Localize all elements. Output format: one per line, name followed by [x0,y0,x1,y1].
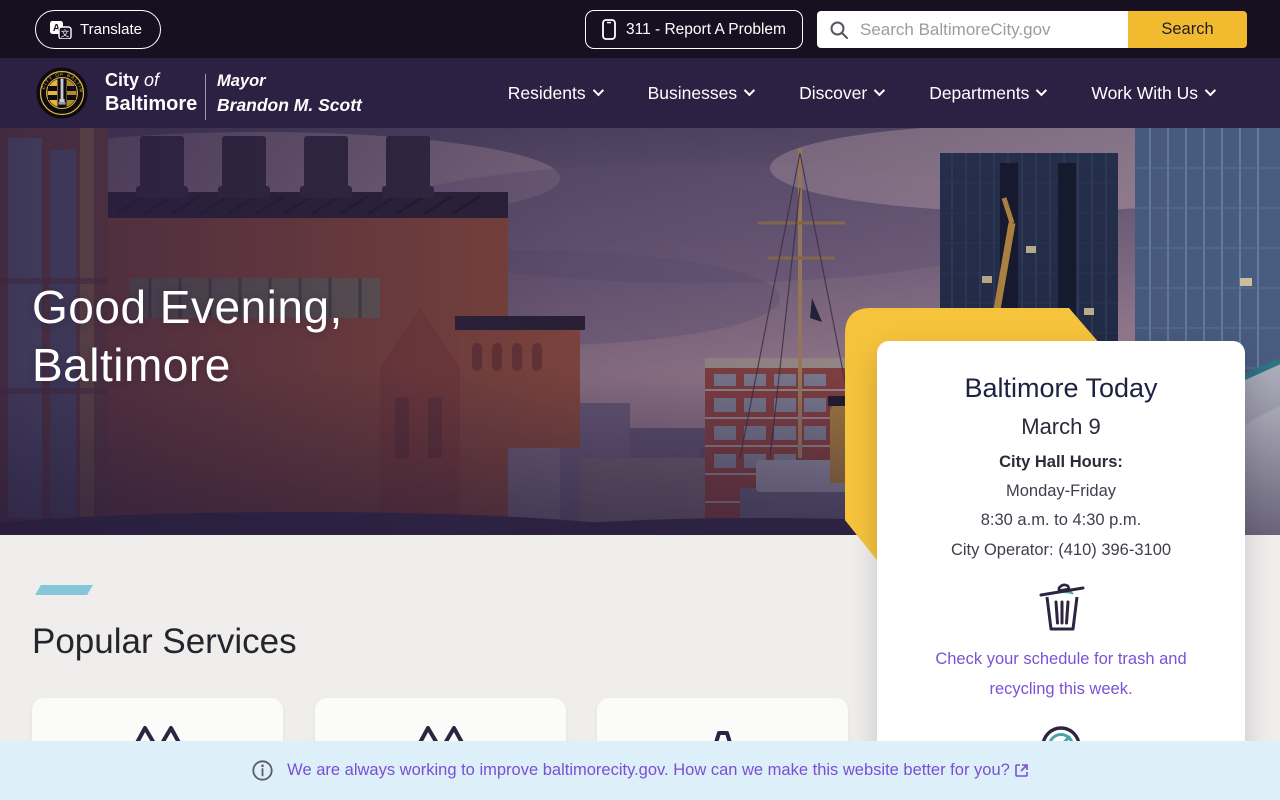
report-problem-311-button[interactable]: 311 - Report A Problem [585,10,803,49]
nav-item-work-with-us[interactable]: Work With Us [1091,82,1217,104]
external-link-icon [1015,764,1028,777]
search-input[interactable] [858,18,1118,41]
chevron-down-icon [592,84,604,97]
chevron-down-icon [1204,84,1217,97]
phone-icon [602,19,616,40]
site-search: Search [817,11,1247,48]
nav-label: Businesses [647,82,738,103]
nav-label: Residents [507,82,586,103]
search-input-box [817,11,1128,48]
brand-word-city: City [105,70,140,91]
baltimore-today-card: Baltimore Today March 9 City Hall Hours:… [877,341,1245,800]
popular-services-title: Popular Services [32,622,297,661]
brand-word-of: of [144,70,160,91]
mayor-name: Brandon M. Scott [217,94,362,115]
primary-navigation: Residents Businesses Discover Department… [507,58,1217,128]
nav-item-residents[interactable]: Residents [507,82,604,104]
search-icon [830,21,848,39]
nav-item-businesses[interactable]: Businesses [647,82,756,104]
section-accent-bar [35,585,93,595]
chevron-down-icon [1036,84,1048,97]
city-logo-link[interactable]: CITY OF BALTIMORE C [36,67,197,119]
hero-greeting-line2: Baltimore [32,339,231,391]
page: Good Evening, Baltimore A 文 Translate 31… [0,0,1280,800]
chevron-down-icon [873,84,886,97]
hero-greeting: Good Evening, Baltimore [32,278,343,394]
feedback-message: We are always working to improve baltimo… [287,761,1010,779]
search-button[interactable]: Search [1128,11,1247,48]
today-card-date: March 9 [1021,414,1101,439]
brand-divider [205,74,206,120]
translate-icon: A 文 [50,20,72,39]
brand-word-baltimore: Baltimore [105,92,198,115]
mayor-title: Mayor [217,72,266,90]
trash-schedule-link[interactable]: Check your schedule for trash and recycl… [901,644,1221,704]
main-navbar: CITY OF BALTIMORE C [0,58,1280,128]
utility-bar: A 文 Translate 311 - Report A Problem Sea… [0,0,1280,58]
nav-label: Discover [799,82,868,103]
translate-button[interactable]: A 文 Translate [35,10,161,49]
hero-greeting-line1: Good Evening, [32,281,343,333]
city-hall-times: 8:30 a.m. to 4:30 p.m. [980,511,1142,529]
today-card-title: Baltimore Today [964,373,1158,403]
nav-label: Work With Us [1091,82,1198,103]
city-operator-phone: City Operator: (410) 396-3100 [950,541,1172,559]
city-hall-days: Monday-Friday [1005,482,1117,500]
city-hall-hours-label: City Hall Hours: [999,453,1123,471]
baltimore-seal-icon: CITY OF BALTIMORE [36,67,88,119]
report-problem-label: 311 - Report A Problem [626,20,786,38]
nav-label: Departments [929,82,1030,103]
trash-icon [1039,583,1085,631]
chevron-down-icon [743,84,756,97]
info-icon [252,760,273,781]
translate-label: Translate [80,21,142,38]
mayor-block: Mayor Brandon M. Scott [217,72,362,115]
feedback-link[interactable]: We are always working to improve baltimo… [287,761,1028,780]
brand-text: City of Baltimore [105,70,198,115]
svg-text:文: 文 [61,28,70,39]
nav-item-discover[interactable]: Discover [799,82,886,104]
feedback-banner: We are always working to improve baltimo… [0,741,1280,800]
nav-item-departments[interactable]: Departments [929,82,1048,104]
